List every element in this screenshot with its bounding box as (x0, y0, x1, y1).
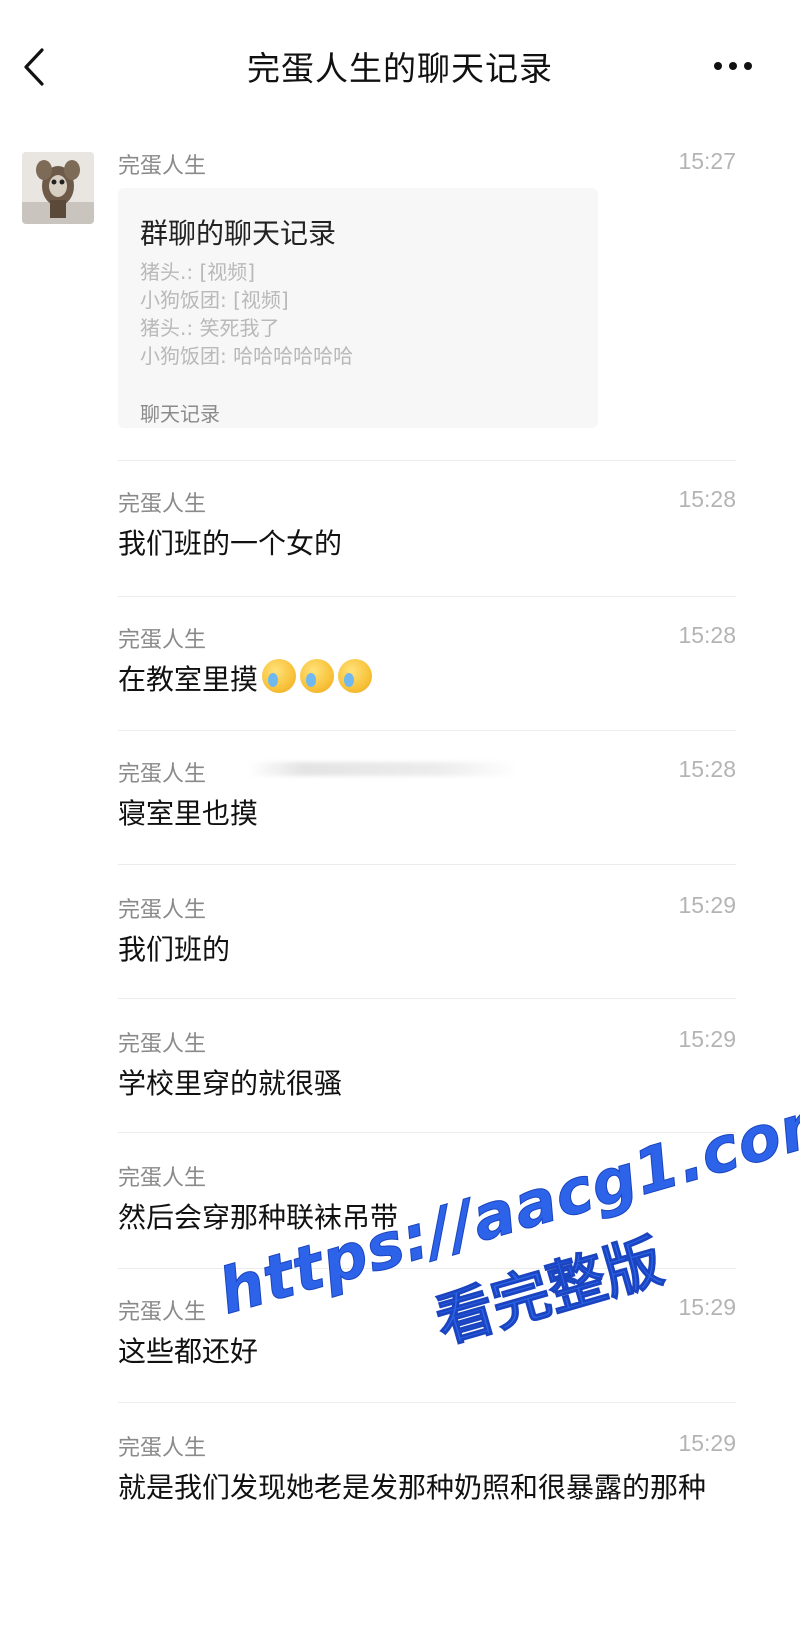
divider (118, 1132, 736, 1133)
avatar[interactable] (22, 152, 94, 224)
message-text: 这些都还好 (118, 1335, 259, 1368)
laughing-tears-emoji-icon (262, 659, 297, 693)
sender-name: 完蛋人生 (118, 898, 207, 923)
message-text: 然后会穿那种联袜吊带 (118, 1201, 399, 1234)
sender-name: 完蛋人生 (118, 1032, 207, 1057)
record-title: 群聊的聊天记录 (140, 217, 337, 250)
sender-name: 完蛋人生 (118, 1166, 207, 1191)
nav-bar: 完蛋人生的聊天记录 (0, 0, 800, 130)
divider (118, 1268, 736, 1269)
message-time: 15:27 (678, 148, 736, 174)
record-line: 猪头.: 笑死我了 (140, 316, 280, 340)
message-time: 15:29 (678, 1430, 736, 1456)
sender-name: 完蛋人生 (118, 628, 207, 653)
divider (118, 460, 736, 461)
message-time: 15:29 (678, 1026, 736, 1052)
sender-name: 完蛋人生 (118, 492, 207, 517)
message-time: 15:29 (678, 1294, 736, 1320)
message-text: 寝室里也摸 (118, 797, 259, 830)
list-item[interactable]: 完蛋人生 15:29 这些都还好 (118, 1294, 736, 1384)
message-header: 完蛋人生 15:27 (118, 148, 736, 188)
message-text: 学校里穿的就很骚 (118, 1067, 343, 1100)
avatar-image (22, 152, 94, 224)
redacted-blur (248, 762, 518, 776)
sender-name: 完蛋人生 (118, 1436, 207, 1461)
record-line: 小狗饭团: 哈哈哈哈哈哈 (140, 344, 354, 368)
message-time: 15:28 (678, 756, 736, 782)
message-time: 15:29 (678, 892, 736, 918)
chat-record-card[interactable]: 群聊的聊天记录 猪头.: [视频] 小狗饭团: [视频] 猪头.: 笑死我了 小… (118, 188, 598, 428)
list-item[interactable]: 完蛋人生 15:29 我们班的 (118, 892, 736, 982)
page-title: 完蛋人生的聊天记录 (247, 49, 553, 88)
divider (118, 864, 736, 865)
list-item[interactable]: 完蛋人生 然后会穿那种联袜吊带 (118, 1160, 736, 1250)
message-text: 我们班的一个女的 (118, 527, 343, 560)
sender-name: 完蛋人生 (118, 762, 207, 787)
divider (118, 596, 736, 597)
record-footer: 聊天记录 (140, 402, 220, 426)
list-item[interactable]: 完蛋人生 15:28 在教室里摸 (118, 622, 736, 712)
divider (118, 730, 736, 731)
watermark: https://aacg1.com 看完整版 (203, 1075, 800, 1441)
list-item[interactable]: 完蛋人生 15:29 就是我们发现她老是发那种奶照和很暴露的那种 (118, 1430, 736, 1570)
message-text: 就是我们发现她老是发那种奶照和很暴露的那种 (118, 1471, 707, 1504)
laughing-tears-emoji-icon (338, 659, 373, 693)
laughing-tears-emoji-icon (300, 659, 335, 693)
sender-name: 完蛋人生 (118, 1300, 207, 1325)
more-button[interactable] (708, 54, 758, 78)
message-text-row: 在教室里摸 (118, 658, 718, 702)
sender-name: 完蛋人生 (118, 154, 207, 179)
list-item[interactable]: 完蛋人生 15:28 我们班的一个女的 (118, 486, 736, 576)
message-text: 我们班的 (118, 933, 231, 966)
list-item[interactable]: 完蛋人生 15:29 学校里穿的就很骚 (118, 1026, 736, 1116)
message-time: 15:28 (678, 622, 736, 648)
list-item[interactable]: 完蛋人生 15:28 寝室里也摸 (118, 756, 736, 846)
divider (118, 998, 736, 999)
divider (118, 1402, 736, 1403)
message-text: 在教室里摸 (118, 663, 259, 696)
record-line: 猪头.: [视频] (140, 260, 256, 284)
record-line: 小狗饭团: [视频] (140, 288, 289, 312)
record-preview: 猪头.: [视频] 小狗饭团: [视频] 猪头.: 笑死我了 小狗饭团: 哈哈哈… (140, 258, 353, 370)
ellipsis-icon (714, 62, 752, 70)
message-time: 15:28 (678, 486, 736, 512)
